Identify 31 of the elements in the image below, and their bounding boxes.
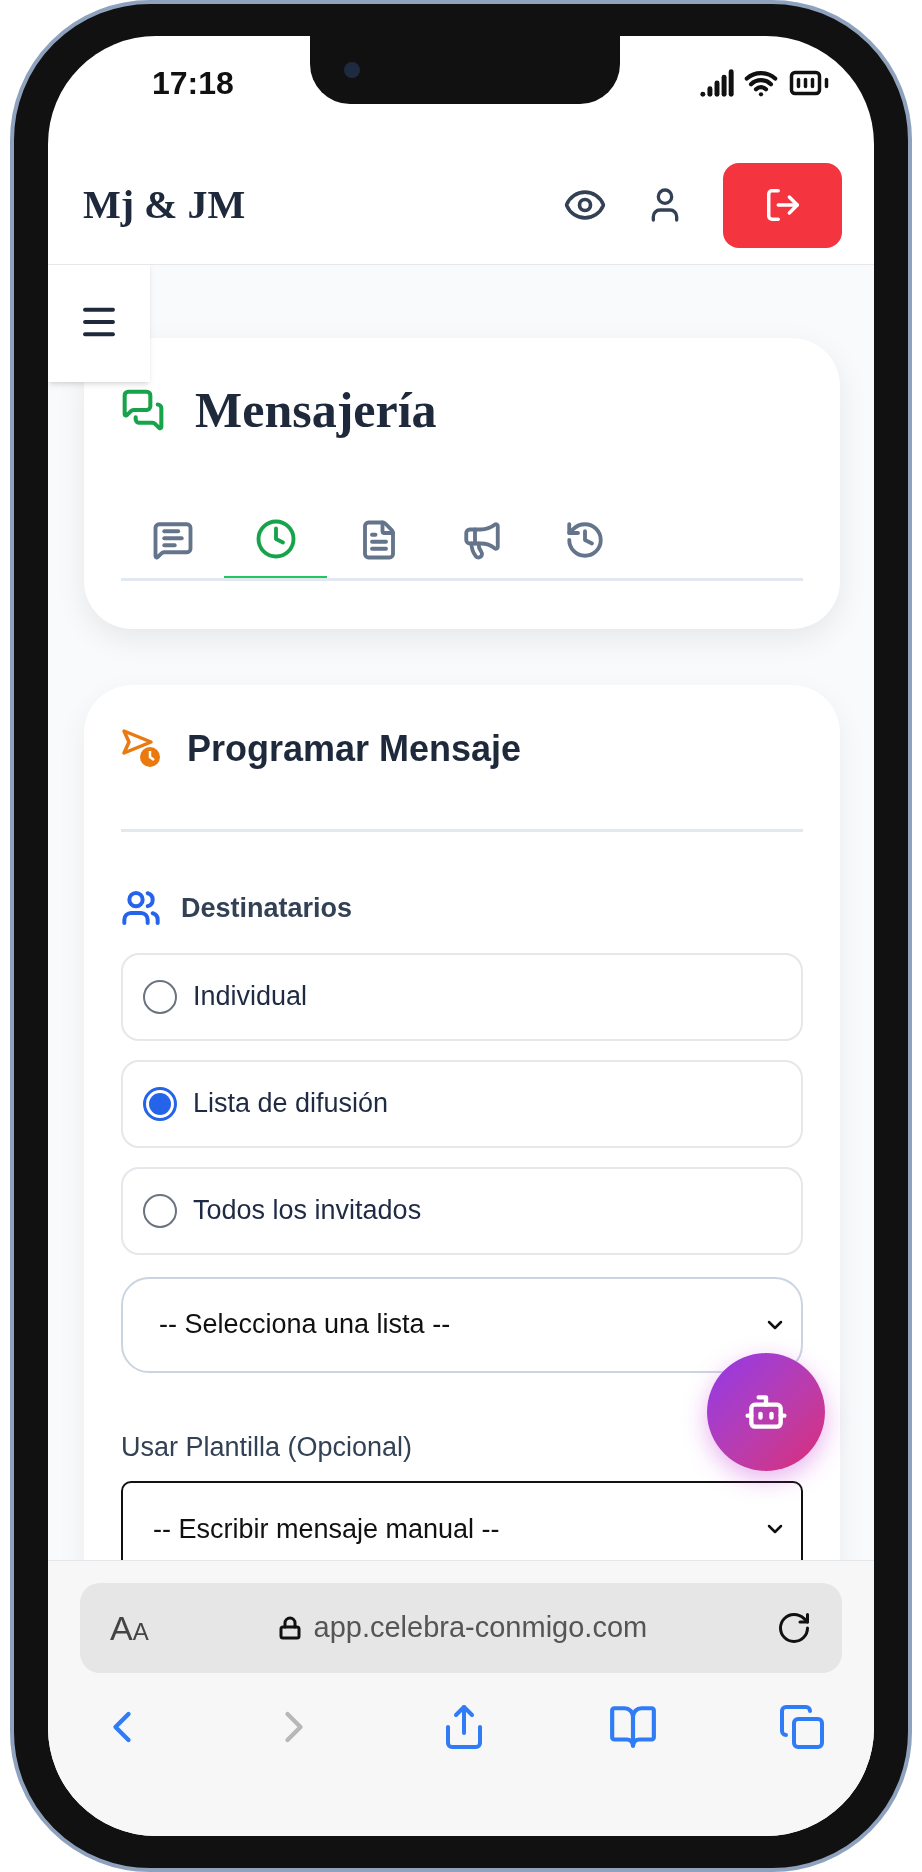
status-time: 17:18: [152, 64, 234, 103]
radio-option[interactable]: Lista de difusión: [121, 1059, 803, 1148]
radio-button[interactable]: [143, 1193, 177, 1228]
radio-option[interactable]: Individual: [121, 952, 803, 1041]
camera-icon: [344, 62, 360, 78]
list-select[interactable]: -- Selecciona una lista --: [121, 1276, 803, 1373]
text-size-button[interactable]: AA: [110, 1611, 149, 1645]
section-title: Programar Mensaje: [187, 727, 522, 771]
tabs-icon[interactable]: [778, 1703, 826, 1751]
option-label: Todos los invitados: [193, 1194, 422, 1228]
radio-button[interactable]: [143, 979, 177, 1014]
send-clock-icon: [121, 728, 163, 770]
chat-bubbles-icon: [121, 388, 165, 432]
template-label: Usar Plantilla (Opcional): [121, 1430, 413, 1464]
page-title: Mensajería: [195, 380, 437, 440]
radio-button[interactable]: [143, 1086, 177, 1121]
reload-icon[interactable]: [776, 1610, 812, 1646]
lock-icon: [277, 1616, 302, 1640]
logout-button[interactable]: [723, 162, 842, 248]
address-bar[interactable]: AA app.celebra-conmigo.com: [80, 1583, 842, 1673]
option-label: Lista de difusión: [193, 1087, 389, 1121]
logo[interactable]: Mj & JM: [83, 175, 246, 235]
option-label: Individual: [193, 980, 308, 1014]
menu-button[interactable]: [48, 265, 150, 382]
url-text: app.celebra-conmigo.com: [313, 1610, 648, 1646]
recipients-label: Destinatarios: [181, 892, 353, 925]
signal-icon: [700, 66, 734, 100]
radio-option[interactable]: Todos los invitados: [121, 1166, 803, 1255]
chat-icon: [151, 519, 194, 561]
template-select[interactable]: -- Escribir mensaje manual --: [121, 1481, 803, 1560]
clock-icon: [254, 518, 297, 560]
